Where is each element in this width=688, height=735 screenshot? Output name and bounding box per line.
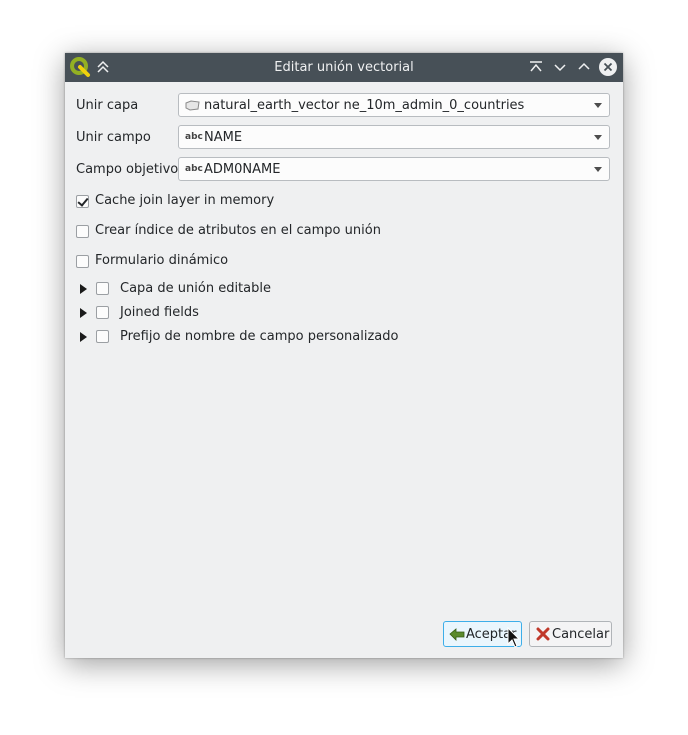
join-layer-value: natural_earth_vector ne_10m_admin_0_coun… — [204, 98, 525, 113]
create-attribute-index-label[interactable]: Crear índice de atributos en el campo un… — [95, 223, 381, 238]
expand-arrow-icon[interactable] — [80, 332, 87, 342]
minimize-icon[interactable] — [550, 57, 570, 77]
chevron-down-icon — [594, 103, 602, 108]
target-field-label: Campo objetivo — [76, 162, 179, 177]
mouse-pointer-icon — [507, 627, 521, 648]
join-field-label: Unir campo — [76, 130, 151, 145]
cancel-icon — [536, 627, 550, 641]
title-bar[interactable]: Editar unión vectorial — [65, 53, 623, 82]
edit-vector-join-dialog: Editar unión vectorial Unir capa natural… — [65, 53, 623, 658]
shade-icon[interactable] — [526, 57, 546, 77]
custom-field-prefix-checkbox[interactable] — [96, 330, 109, 343]
cancel-button-label: Cancelar — [552, 627, 610, 642]
maximize-icon[interactable] — [574, 57, 594, 77]
dialog-content: Unir capa natural_earth_vector ne_10m_ad… — [65, 82, 623, 658]
string-field-icon: abc — [185, 132, 203, 142]
join-field-value: NAME — [204, 130, 243, 145]
expand-arrow-icon[interactable] — [80, 284, 87, 294]
target-field-combobox[interactable]: abc ADM0NAME — [178, 157, 610, 181]
dynamic-form-checkbox[interactable] — [76, 255, 89, 268]
joined-fields-checkbox[interactable] — [96, 306, 109, 319]
chevron-down-icon — [594, 167, 602, 172]
accept-icon — [449, 628, 465, 641]
custom-field-prefix-label[interactable]: Prefijo de nombre de campo personalizado — [120, 329, 398, 344]
target-field-value: ADM0NAME — [204, 162, 281, 177]
join-layer-combobox[interactable]: natural_earth_vector ne_10m_admin_0_coun… — [178, 93, 610, 117]
close-icon[interactable] — [598, 57, 618, 77]
create-attribute-index-checkbox[interactable] — [76, 225, 89, 238]
string-field-icon: abc — [185, 164, 203, 174]
cancel-button[interactable]: Cancelar — [529, 621, 612, 647]
cache-join-layer-checkbox[interactable] — [76, 195, 89, 208]
cache-join-layer-label[interactable]: Cache join layer in memory — [95, 193, 274, 208]
dynamic-form-label[interactable]: Formulario dinámico — [95, 253, 228, 268]
chevron-down-icon — [594, 135, 602, 140]
join-layer-label: Unir capa — [76, 98, 139, 113]
join-field-combobox[interactable]: abc NAME — [178, 125, 610, 149]
editable-join-layer-checkbox[interactable] — [96, 282, 109, 295]
joined-fields-label[interactable]: Joined fields — [120, 305, 199, 320]
expand-arrow-icon[interactable] — [80, 308, 87, 318]
editable-join-layer-label[interactable]: Capa de unión editable — [120, 281, 271, 296]
polygon-layer-icon — [185, 100, 200, 111]
